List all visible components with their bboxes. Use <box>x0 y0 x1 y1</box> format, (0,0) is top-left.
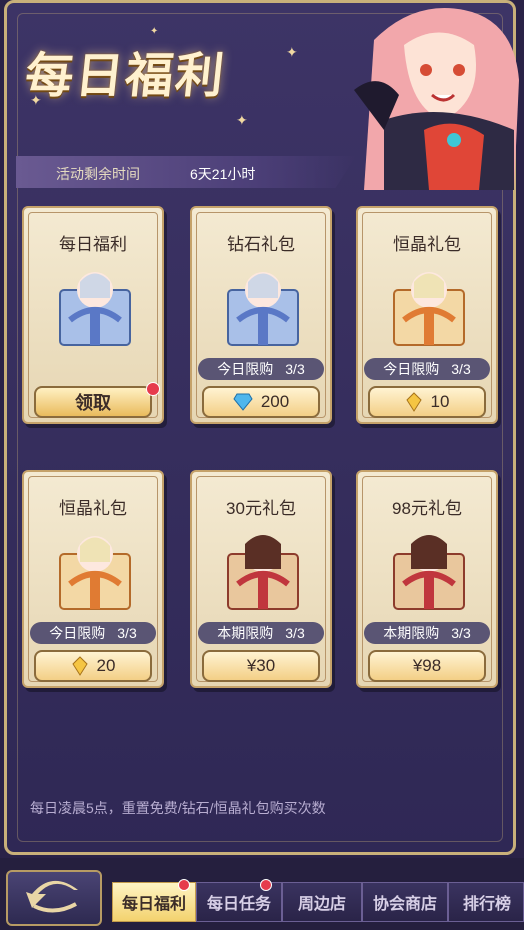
card-title: 每日福利 <box>59 235 127 254</box>
limit-count: 3/3 <box>451 625 471 641</box>
limit-label: 本期限购 <box>217 625 274 641</box>
limit-label: 本期限购 <box>383 625 440 641</box>
card-title: 98元礼包 <box>392 499 462 518</box>
gift-box-icon <box>227 272 299 346</box>
notification-dot <box>178 879 190 891</box>
tab-leaderboard[interactable]: 排行榜 <box>448 882 524 922</box>
time-remaining-label: 活动剩余时间 <box>56 166 140 182</box>
limit-count: 3/3 <box>117 625 137 641</box>
claim-button[interactable]: 领取 <box>34 386 152 418</box>
limit-count: 3/3 <box>285 361 305 377</box>
sparkle-icon: ✦ <box>286 44 298 60</box>
buy-button[interactable]: 20 <box>34 650 152 682</box>
back-button[interactable] <box>6 870 102 926</box>
sparkle-icon: ✦ <box>30 92 42 108</box>
purchase-limit: 本期限购 3/3 <box>198 622 324 644</box>
buy-button[interactable]: ¥98 <box>368 650 486 682</box>
price-value: ¥30 <box>246 656 276 675</box>
buy-button[interactable]: 200 <box>202 386 320 418</box>
limit-label: 今日限购 <box>217 361 274 377</box>
heroine-portrait <box>354 8 519 190</box>
gift-card-diamond: 钻石礼包 今日限购 3/3 200 <box>190 206 332 424</box>
diamond-icon <box>233 393 253 411</box>
card-title: 恒晶礼包 <box>393 235 461 254</box>
purchase-limit: 今日限购 3/3 <box>364 358 490 380</box>
gift-card-crystal: 恒晶礼包 今日限购 3/3 20 <box>22 470 164 688</box>
card-title: 30元礼包 <box>226 499 296 518</box>
notification-dot <box>260 879 272 891</box>
sparkle-icon: ✦ <box>150 26 159 37</box>
gift-box-icon <box>227 535 299 610</box>
reset-footnote: 每日凌晨5点，重置免费/钻石/恒晶礼包购买次数 <box>30 800 326 816</box>
sparkle-icon: ✦ <box>236 112 248 128</box>
tab-guild-shop[interactable]: 协会商店 <box>362 882 448 922</box>
gift-card-daily: 每日福利 领取 <box>22 206 164 424</box>
purchase-limit: 今日限购 3/3 <box>198 358 324 380</box>
limit-label: 今日限购 <box>383 361 440 377</box>
price-value: 10 <box>430 392 450 411</box>
time-remaining-value: 6天21小时 <box>190 166 256 182</box>
limit-count: 3/3 <box>451 361 471 377</box>
page-title: 每日福利 <box>22 48 229 104</box>
gift-card-98yuan: 98元礼包 本期限购 3/3 ¥98 <box>356 470 498 688</box>
crystal-icon <box>71 656 88 676</box>
limit-label: 今日限购 <box>49 625 106 641</box>
gift-box-icon <box>393 272 465 346</box>
card-title: 钻石礼包 <box>227 235 295 254</box>
purchase-limit: 今日限购 3/3 <box>30 622 156 644</box>
back-arrow-icon <box>26 880 78 913</box>
gift-card-crystal: 恒晶礼包 今日限购 3/3 10 <box>356 206 498 424</box>
gift-box-icon <box>59 272 131 346</box>
price-value: 200 <box>260 392 290 411</box>
crystal-icon <box>405 392 422 412</box>
gift-box-icon <box>393 535 465 610</box>
price-value: 20 <box>96 656 116 675</box>
notification-dot <box>146 382 160 396</box>
tab-merch-shop[interactable]: 周边店 <box>282 882 362 922</box>
limit-count: 3/3 <box>285 625 305 641</box>
gift-card-30yuan: 30元礼包 本期限购 3/3 ¥30 <box>190 470 332 688</box>
gift-box-icon <box>59 536 131 610</box>
buy-button[interactable]: ¥30 <box>202 650 320 682</box>
purchase-limit: 本期限购 3/3 <box>364 622 490 644</box>
card-title: 恒晶礼包 <box>59 499 127 518</box>
buy-button[interactable]: 10 <box>368 386 486 418</box>
price-value: ¥98 <box>412 656 442 675</box>
